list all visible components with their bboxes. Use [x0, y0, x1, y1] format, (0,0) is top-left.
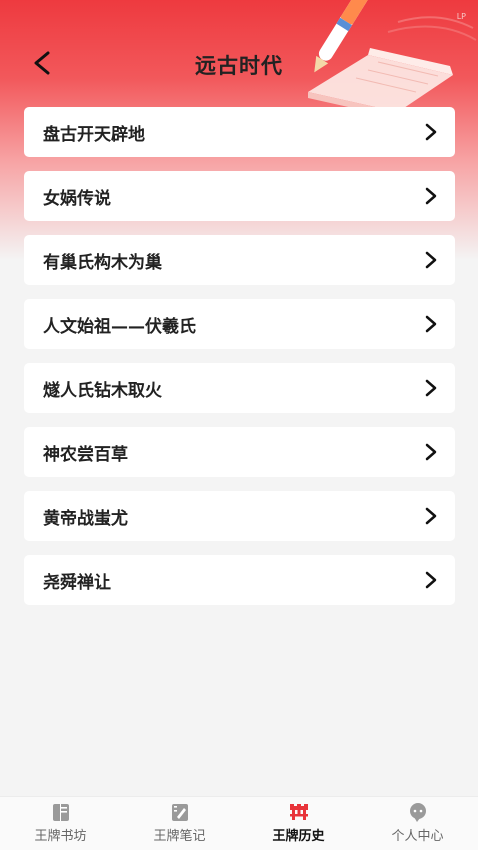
tab-history[interactable]: 王牌历史 — [239, 797, 358, 850]
tab-label: 个人中心 — [391, 829, 444, 844]
list-item-label: 盘古开天辟地 — [43, 125, 145, 145]
chevron-right-icon — [425, 571, 437, 589]
chevron-right-icon — [425, 123, 437, 141]
list-item[interactable]: 有巢氏构木为巢 — [24, 235, 455, 285]
top-bar: 远古时代 — [0, 38, 478, 88]
list-item-label: 有巢氏构木为巢 — [43, 253, 162, 273]
list-item-label: 女娲传说 — [43, 189, 111, 209]
page-title: 远古时代 — [195, 54, 283, 78]
list-item-label: 尧舜禅让 — [43, 573, 111, 593]
tab-profile[interactable]: 个人中心 — [358, 797, 477, 850]
chevron-right-icon — [425, 507, 437, 525]
list-item[interactable]: 女娲传说 — [24, 171, 455, 221]
list-item[interactable]: 尧舜禅让 — [24, 555, 455, 605]
list-item-label: 黄帝战蚩尤 — [43, 509, 128, 529]
list-item[interactable]: 盘古开天辟地 — [24, 107, 455, 157]
list-item-label: 人文始祖——伏羲氏 — [43, 317, 196, 337]
history-icon — [289, 804, 308, 820]
tab-label: 王牌书坊 — [34, 829, 87, 844]
profile-icon — [409, 803, 426, 822]
tab-bookstore[interactable]: 王牌书坊 — [1, 797, 120, 850]
list-item[interactable]: 人文始祖——伏羲氏 — [24, 299, 455, 349]
book-icon — [52, 804, 69, 821]
list-item-label: 燧人氏钻木取火 — [43, 381, 162, 401]
chevron-right-icon — [425, 379, 437, 397]
note-icon — [171, 804, 188, 821]
tab-label: 王牌历史 — [272, 829, 325, 844]
list-item-label: 神农尝百草 — [43, 445, 128, 465]
list-item[interactable]: 神农尝百草 — [24, 427, 455, 477]
list-item[interactable]: 燧人氏钻木取火 — [24, 363, 455, 413]
chapter-list: 盘古开天辟地 女娲传说 有巢氏构木为巢 人文始祖——伏羲氏 燧人氏钻木取火 神农… — [24, 107, 455, 619]
tab-notes[interactable]: 王牌笔记 — [120, 797, 239, 850]
tab-label: 王牌笔记 — [153, 829, 206, 844]
bottom-tab-bar: 王牌书坊 王牌笔记 王牌历史 个人中心 — [0, 796, 478, 850]
watermark-text: LP — [456, 12, 466, 21]
chevron-right-icon — [425, 315, 437, 333]
list-item[interactable]: 黄帝战蚩尤 — [24, 491, 455, 541]
chevron-right-icon — [425, 443, 437, 461]
chevron-right-icon — [425, 187, 437, 205]
chevron-right-icon — [425, 251, 437, 269]
